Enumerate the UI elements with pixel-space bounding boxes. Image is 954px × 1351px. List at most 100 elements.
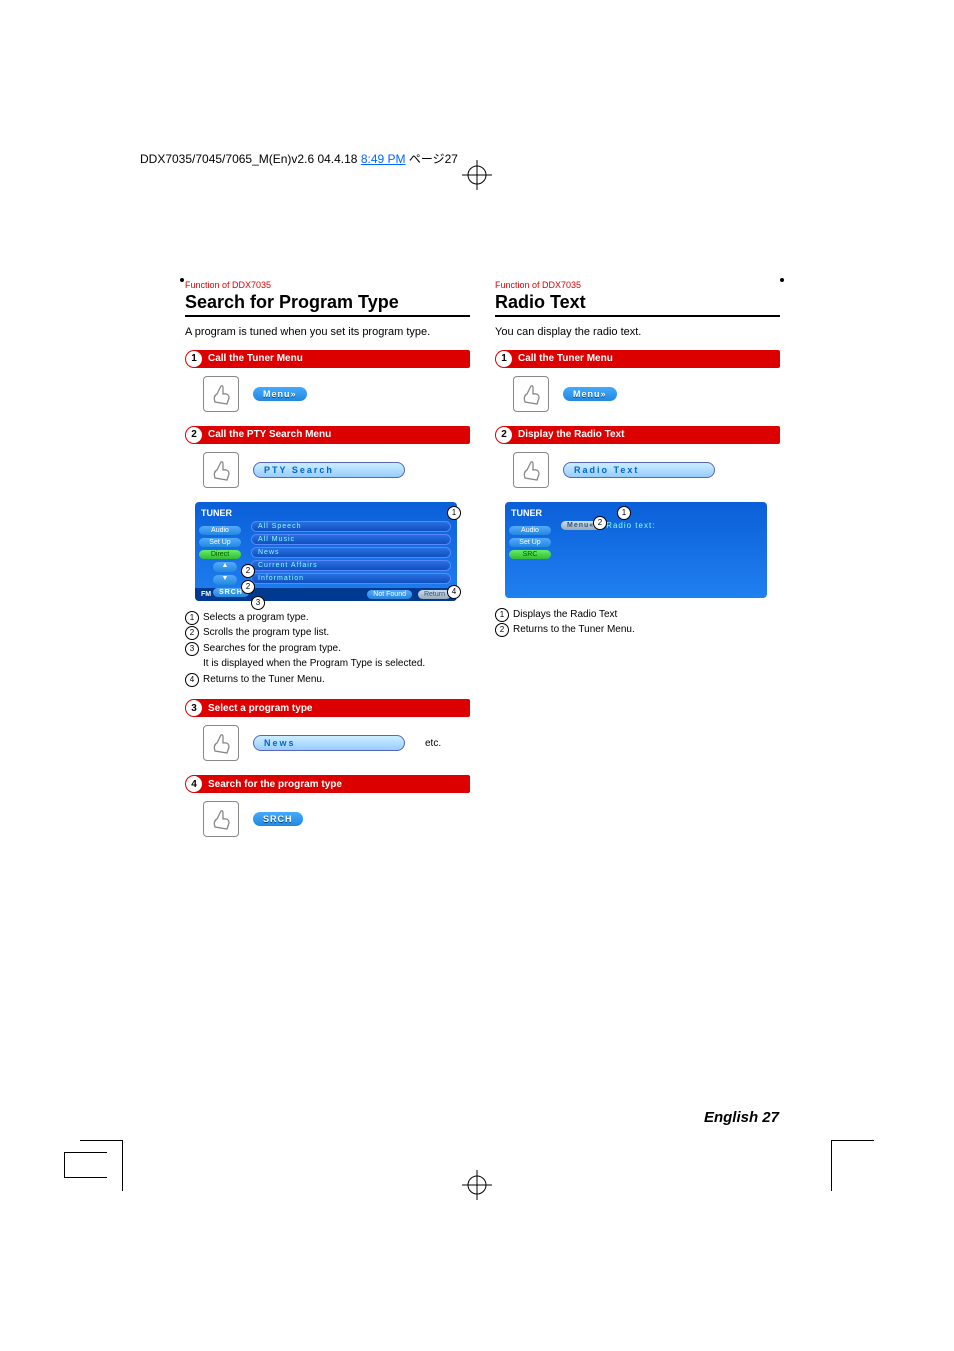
content-columns: Function of DDX7035 Search for Program T… [185,280,785,851]
side-direct[interactable]: Direct [199,550,241,559]
step-3-bar: 3 Select a program type [185,699,470,717]
tuner-screen: TUNER Audio Set Up Direct ▲ ▼ SRCH All S… [195,502,457,601]
callout-3: 3 [251,596,265,610]
side-src[interactable]: SRC [509,550,551,559]
note-num: 1 [185,611,199,625]
touch-row: Radio Text [513,452,780,488]
registration-mark-top [462,160,492,190]
note-text: Displays the Radio Text [513,609,617,620]
not-found-pill: Not Found [367,590,412,599]
step-label: Search for the program type [208,779,342,790]
callout-2b: 2 [241,580,255,594]
side-setup[interactable]: Set Up [199,538,241,547]
note-text: Returns to the Tuner Menu. [203,674,325,685]
step-number: 1 [186,351,202,367]
col-search-program-type: Function of DDX7035 Search for Program T… [185,280,470,851]
screen-side-buttons: Audio Set Up SRC [509,526,551,559]
note-num: 1 [495,608,509,622]
menu-button[interactable]: Menu» [563,387,617,401]
menu-button[interactable]: Menu» [253,387,307,401]
step-1-bar: 1 Call the Tuner Menu [185,350,470,368]
step-label: Select a program type [208,703,312,714]
note-text: Searches for the program type. [203,643,341,654]
step-label: Display the Radio Text [518,429,625,440]
tuner-screen-rt: TUNER Audio Set Up SRC Menu« Radio text:… [505,502,767,598]
step-number: 2 [496,427,512,443]
radio-text-button[interactable]: Radio Text [563,462,715,478]
touch-row: SRCH [203,801,470,837]
registration-mark-bl2 [64,1152,107,1178]
side-audio[interactable]: Audio [509,526,551,535]
callout-1: 1 [447,506,461,520]
note-text: Scrolls the program type list. [203,627,329,638]
registration-mark-br [831,1140,874,1191]
header-time: 8:49 PM [361,152,406,166]
screen-title: TUNER [201,508,451,518]
screen-title: TUNER [511,508,761,518]
nav-up[interactable]: ▲ [213,562,237,572]
touch-row: Menu» [203,376,470,412]
callout-1: 1 [617,506,631,520]
callout-4: 4 [447,585,461,599]
touch-icon [513,376,549,412]
note-num: 4 [185,673,199,687]
section-title: Search for Program Type [185,292,470,313]
page-number: English 27 [704,1109,779,1126]
pty-search-button[interactable]: PTY Search [253,462,405,478]
header-pagejp: ページ27 [409,152,458,166]
intro-text: You can display the radio text. [495,325,780,340]
function-label: Function of DDX7035 [495,280,780,290]
note-num: 3 [185,642,199,656]
function-label: Function of DDX7035 [185,280,470,290]
side-audio[interactable]: Audio [199,526,241,535]
step-label: Call the PTY Search Menu [208,429,331,440]
radio-text-display: Radio text: [606,521,655,530]
note-text: Returns to the Tuner Menu. [513,624,635,635]
notes-list: 1Selects a program type. 2Scrolls the pr… [185,611,470,688]
touch-row: News etc. [203,725,470,761]
step-label: Call the Tuner Menu [518,353,613,364]
news-button[interactable]: News [253,735,405,751]
registration-mark-mid [462,1170,492,1200]
title-rule [185,315,470,317]
note-num: 2 [495,623,509,637]
touch-icon [203,376,239,412]
side-setup[interactable]: Set Up [509,538,551,547]
pty-item[interactable]: Information [251,573,451,584]
touch-icon [203,801,239,837]
step-label: Call the Tuner Menu [208,353,303,364]
print-header: DDX7035/7045/7065_M(En)v2.6 04.4.18 8:49… [140,150,458,167]
pty-item[interactable]: All Music [251,534,451,545]
step-4-bar: 4 Search for the program type [185,775,470,793]
step-number: 4 [186,776,202,792]
nav-down[interactable]: ▼ [213,575,237,585]
pty-list: All Speech All Music News Current Affair… [251,521,451,584]
pty-item[interactable]: Current Affairs [251,560,451,571]
touch-row: PTY Search [203,452,470,488]
header-file: DDX7035/7045/7065_M(En)v2.6 04.4.18 [140,152,357,166]
notes-list: 1 Displays the Radio Text 2 Returns to the… [495,608,780,638]
touch-icon [203,725,239,761]
step-number: 3 [186,700,202,716]
step-number: 1 [496,351,512,367]
touch-icon [513,452,549,488]
step-2-bar: 2 Display the Radio Text [495,426,780,444]
title-rule [495,315,780,317]
col-radio-text: Function of DDX7035 Radio Text You can d… [495,280,780,851]
pty-item[interactable]: News [251,547,451,558]
crop-dot-tl [180,278,184,282]
intro-text: A program is tuned when you set its prog… [185,325,470,340]
pty-item[interactable]: All Speech [251,521,451,532]
etc-label: etc. [425,738,441,749]
touch-icon [203,452,239,488]
srch-button[interactable]: SRCH [253,812,303,826]
note-num: 2 [185,626,199,640]
touch-row: Menu» [513,376,780,412]
callout-2: 2 [593,516,607,530]
step-number: 2 [186,427,202,443]
step-1-bar: 1 Call the Tuner Menu [495,350,780,368]
step-2-bar: 2 Call the PTY Search Menu [185,426,470,444]
note-text: It is displayed when the Program Type is… [203,658,425,669]
callout-2: 2 [241,564,255,578]
section-title: Radio Text [495,292,780,313]
